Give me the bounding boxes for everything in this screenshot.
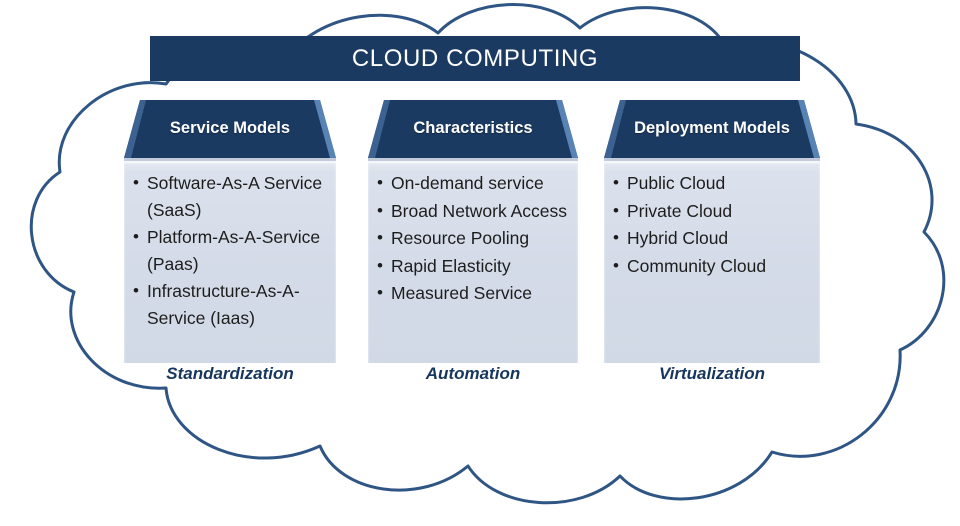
list-item: Platform-As-A-Service (Paas) bbox=[130, 224, 330, 277]
list-item: Public Cloud bbox=[610, 170, 814, 197]
list-item: Community Cloud bbox=[610, 253, 814, 280]
page-title: CLOUD COMPUTING bbox=[351, 44, 599, 72]
column-deployment-models: Deployment Models Public Cloud Private C… bbox=[604, 100, 820, 363]
column-body-service-models: Software-As-A Service (SaaS) Platform-As… bbox=[124, 158, 336, 363]
page-title-banner: CLOUD COMPUTING bbox=[150, 36, 800, 81]
list-item: Rapid Elasticity bbox=[374, 253, 572, 280]
list-item: Measured Service bbox=[374, 280, 572, 307]
column-header-service-models: Service Models bbox=[124, 100, 336, 158]
column-header-label: Deployment Models bbox=[634, 119, 790, 138]
list-item: Hybrid Cloud bbox=[610, 225, 814, 252]
list-item: On-demand service bbox=[374, 170, 572, 197]
characteristics-list: On-demand service Broad Network Access R… bbox=[374, 170, 572, 307]
caption-virtualization: Virtualization bbox=[658, 364, 766, 383]
deployment-models-list: Public Cloud Private Cloud Hybrid Cloud … bbox=[610, 170, 814, 279]
list-item: Private Cloud bbox=[610, 198, 814, 225]
list-item: Infrastructure-As-A-Service (Iaas) bbox=[130, 278, 330, 331]
cloud-computing-diagram: CLOUD COMPUTING Service Models Software-… bbox=[0, 0, 960, 526]
column-header-deployment-models: Deployment Models bbox=[604, 100, 820, 158]
list-item: Software-As-A Service (SaaS) bbox=[130, 170, 330, 223]
column-service-models: Service Models Software-As-A Service (Sa… bbox=[124, 100, 336, 363]
list-item: Broad Network Access bbox=[374, 198, 572, 225]
column-header-label: Service Models bbox=[169, 119, 291, 138]
list-item: Resource Pooling bbox=[374, 225, 572, 252]
column-header-characteristics: Characteristics bbox=[368, 100, 578, 158]
caption-automation: Automation bbox=[425, 364, 521, 383]
column-body-deployment-models: Public Cloud Private Cloud Hybrid Cloud … bbox=[604, 158, 820, 363]
column-characteristics: Characteristics On-demand service Broad … bbox=[368, 100, 578, 363]
caption-standardization: Standardization bbox=[166, 364, 294, 383]
service-models-list: Software-As-A Service (SaaS) Platform-As… bbox=[130, 170, 330, 332]
column-body-characteristics: On-demand service Broad Network Access R… bbox=[368, 158, 578, 363]
column-header-label: Characteristics bbox=[413, 119, 533, 138]
